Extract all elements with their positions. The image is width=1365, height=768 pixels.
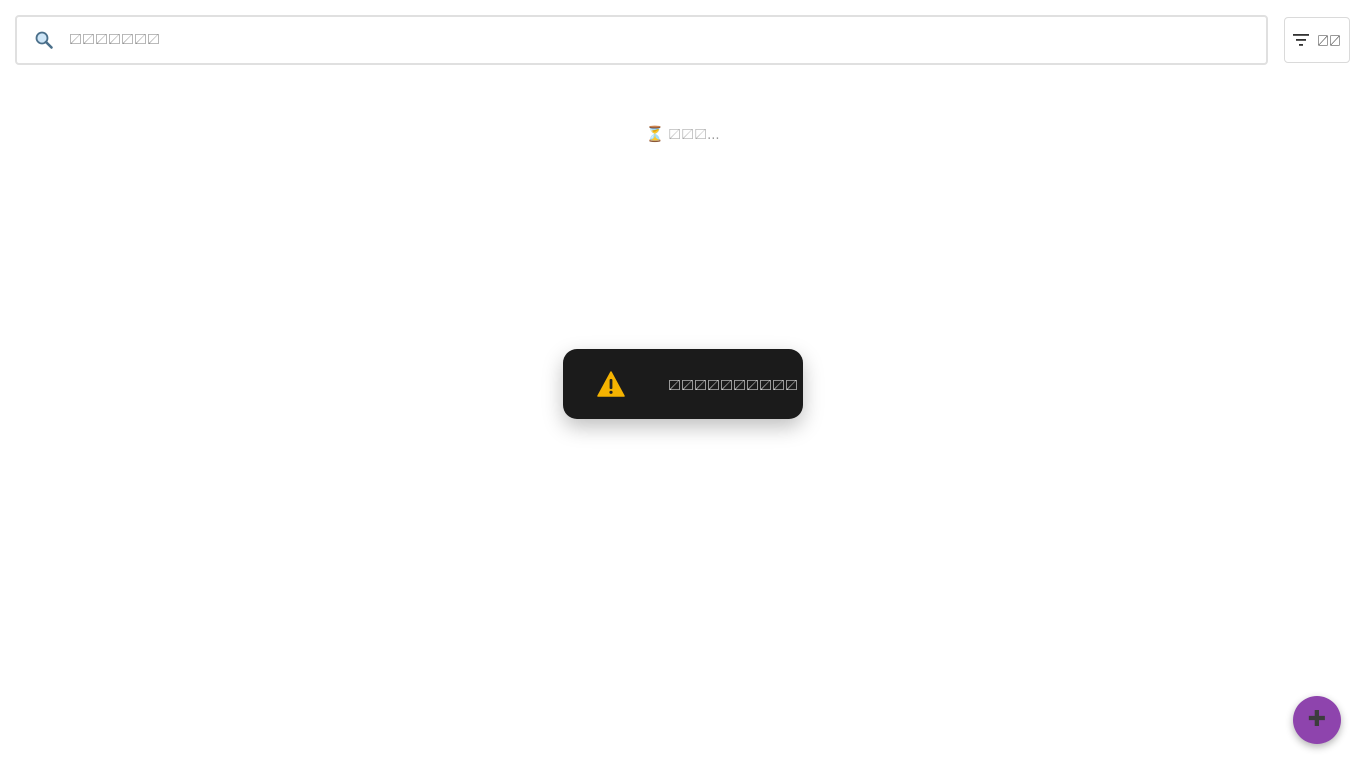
search-bar bbox=[15, 15, 1268, 65]
plus-icon: ✚ bbox=[1307, 707, 1327, 732]
page: 〼〼 ⏳ 〼〼〼... 〼〼〼〼〼〼〼〼〼〼 ✚ bbox=[0, 0, 1365, 768]
toast-message: 〼〼〼〼〼〼〼〼〼〼 bbox=[668, 378, 799, 394]
search-input[interactable] bbox=[69, 17, 1266, 63]
loading-indicator: ⏳ 〼〼〼... bbox=[0, 124, 1365, 144]
filter-button[interactable]: 〼〼 bbox=[1284, 17, 1350, 63]
toast-notification: 〼〼〼〼〼〼〼〼〼〼 bbox=[563, 349, 803, 419]
warning-icon bbox=[596, 369, 626, 399]
filter-label: 〼〼 bbox=[1316, 33, 1341, 48]
hourglass-icon: ⏳ bbox=[645, 124, 665, 143]
search-icon bbox=[33, 29, 55, 51]
filter-icon bbox=[1292, 34, 1309, 46]
add-button[interactable]: ✚ bbox=[1293, 696, 1341, 744]
loading-text: 〼〼〼... bbox=[668, 128, 720, 143]
